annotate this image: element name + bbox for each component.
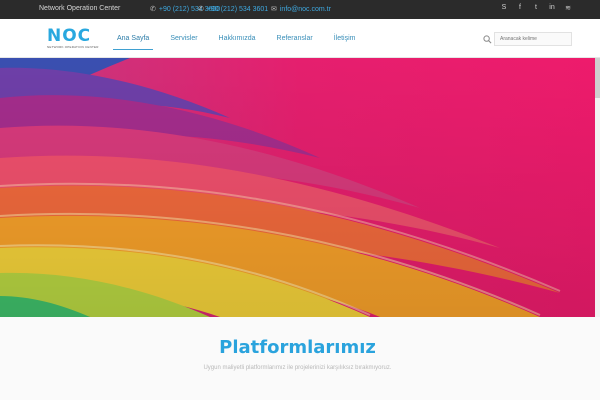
- phone-icon: ✆: [198, 6, 204, 13]
- search-box: [480, 32, 577, 46]
- nav-item-ana-sayfa[interactable]: Ana Sayfa: [111, 19, 155, 58]
- nav-item-iletisim[interactable]: İletişim: [328, 19, 362, 58]
- colorful-paper-waves-image: [0, 58, 600, 317]
- site-logo[interactable]: NOC NETWORK OPERATION CENTER: [47, 26, 99, 51]
- twitter-icon[interactable]: t: [532, 4, 540, 12]
- facebook-icon[interactable]: f: [516, 4, 524, 12]
- hero-banner-image: [0, 58, 600, 317]
- scrollbar-thumb[interactable]: [595, 58, 600, 98]
- email-link[interactable]: ✉ info@noc.com.tr: [271, 5, 331, 14]
- main-nav: Ana Sayfa Servisler Hakkımızda Referansl…: [111, 19, 370, 58]
- nav-item-hakkimizda[interactable]: Hakkımızda: [213, 19, 262, 58]
- email-text: info@noc.com.tr: [279, 5, 331, 13]
- company-name: Network Operation Center: [39, 5, 121, 12]
- mail-icon: ✉: [271, 6, 277, 13]
- site-header: NOC NETWORK OPERATION CENTER Ana Sayfa S…: [0, 19, 600, 58]
- top-bar: Network Operation Center ✆ +90 (212) 534…: [0, 0, 600, 19]
- nav-item-referanslar[interactable]: Referanslar: [271, 19, 319, 58]
- section-subtitle: Uygun maliyetli platformlarımız ile proj…: [203, 365, 392, 371]
- social-links: S f t in ≋: [500, 4, 572, 12]
- phone-2[interactable]: ✆ +90 (212) 534 3601: [198, 5, 269, 14]
- logo-tagline: NETWORK OPERATION CENTER: [47, 45, 99, 49]
- platforms-section: Platformlarımız Uygun maliyetli platform…: [0, 317, 600, 400]
- phone-icon: ✆: [150, 6, 156, 13]
- logo-text: NOC: [47, 26, 92, 46]
- skype-icon[interactable]: S: [500, 4, 508, 12]
- nav-item-servisler[interactable]: Servisler: [164, 19, 203, 58]
- rss-icon[interactable]: ≋: [564, 4, 572, 12]
- linkedin-icon[interactable]: in: [548, 4, 556, 12]
- section-title: Platformlarımız: [219, 337, 376, 358]
- phone-2-text: +90 (212) 534 3601: [206, 5, 269, 13]
- search-icon[interactable]: [480, 32, 494, 46]
- search-input[interactable]: [494, 32, 572, 46]
